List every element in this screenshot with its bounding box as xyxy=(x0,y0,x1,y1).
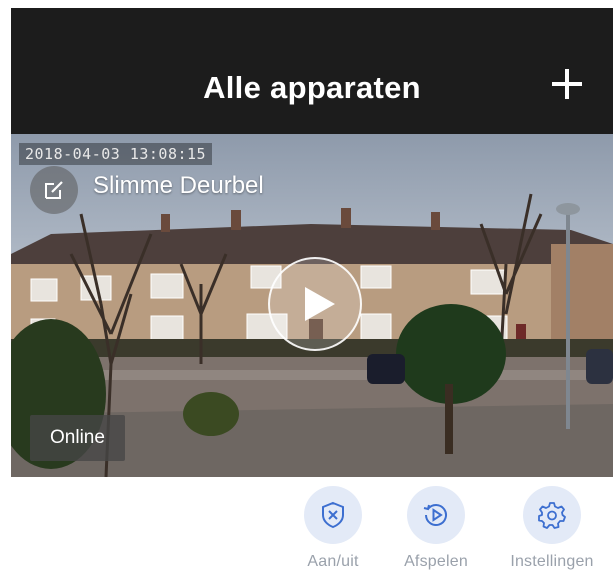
play-icon xyxy=(305,287,335,321)
edit-icon xyxy=(45,181,63,199)
edit-name-button[interactable] xyxy=(30,166,78,214)
video-timestamp: 2018-04-03 13:08:15 xyxy=(19,143,213,165)
settings-button[interactable]: Instellingen xyxy=(497,486,607,571)
gear-icon xyxy=(538,502,566,529)
play-live-button[interactable] xyxy=(268,257,362,351)
status-badge: Online xyxy=(30,415,125,461)
shield-x-icon xyxy=(322,501,344,529)
power-toggle-circle xyxy=(304,486,362,544)
settings-label: Instellingen xyxy=(510,553,594,570)
camera-preview[interactable]: 2018-04-03 13:08:15 Slimme Deurbel Onlin… xyxy=(11,134,613,477)
device-name: Slimme Deurbel xyxy=(93,172,264,199)
power-toggle-button[interactable]: Aan/uit xyxy=(278,486,388,571)
app-header: Alle apparaten xyxy=(11,8,613,134)
playback-circle xyxy=(407,486,465,544)
plus-icon xyxy=(552,69,582,99)
replay-icon xyxy=(423,504,447,526)
playback-label: Afspelen xyxy=(404,553,468,570)
playback-button[interactable]: Afspelen xyxy=(381,486,491,571)
page-title: Alle apparaten xyxy=(203,70,421,105)
add-device-button[interactable] xyxy=(549,66,585,102)
device-actions: Aan/uit Afspelen Instellingen xyxy=(0,478,613,579)
power-toggle-label: Aan/uit xyxy=(307,553,359,570)
settings-circle xyxy=(523,486,581,544)
